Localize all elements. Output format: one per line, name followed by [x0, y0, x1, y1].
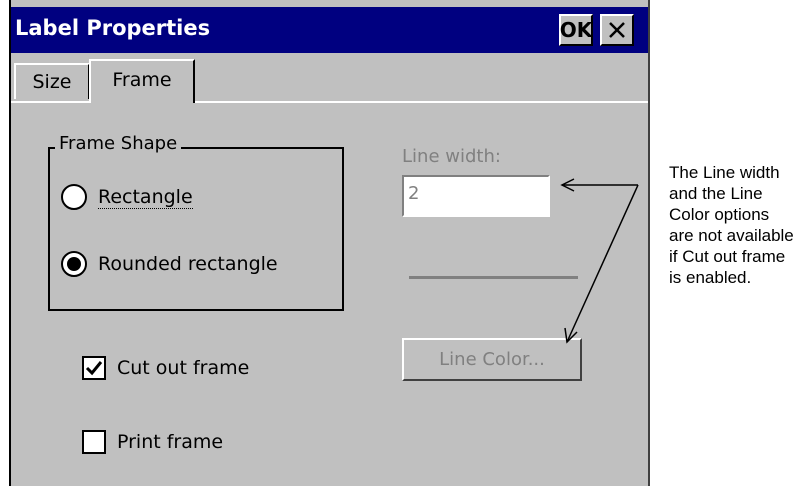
- arrow-head-line-color: [564, 327, 578, 344]
- tab-frame[interactable]: Frame: [89, 59, 195, 103]
- arrow-line-to-line-color: [566, 184, 639, 343]
